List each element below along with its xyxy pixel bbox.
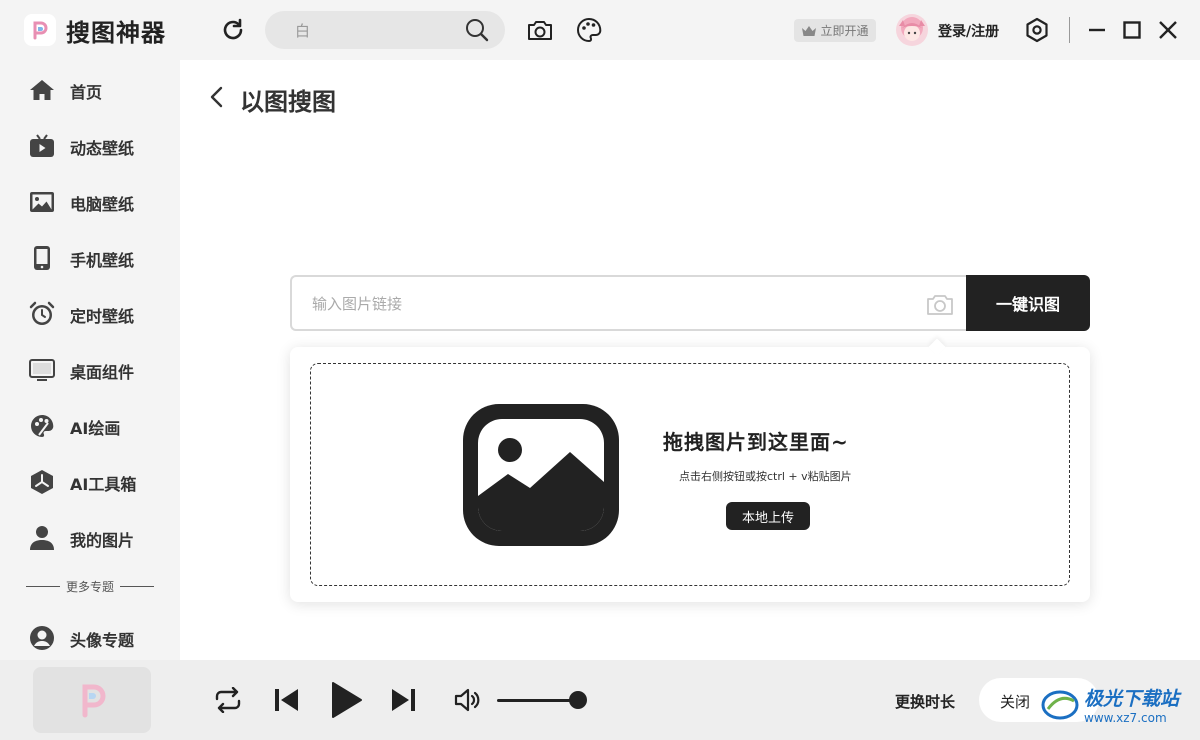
sidebar-item-home[interactable]: 首页 [0,67,180,111]
sidebar-item-label: 头像专题 [70,631,135,650]
volume-icon[interactable] [452,687,484,713]
image-url-input[interactable] [312,293,892,315]
watermark-logo: 极光下载站 www.xz7.com [1040,684,1179,725]
current-wallpaper-thumbnail[interactable] [33,667,151,733]
image-drop-zone[interactable]: 拖拽图片到这里面~ 点击右侧按钮或按ctrl + v粘贴图片 本地上传 [310,363,1070,586]
image-placeholder-icon [463,404,619,546]
sidebar-item-label: AI工具箱 [70,475,137,494]
volume-slider-handle[interactable] [569,691,587,709]
user-icon [29,525,55,551]
sidebar-item-phone-wallpaper[interactable]: 手机壁纸 [0,235,180,279]
identify-image-button[interactable]: 一键识图 [966,275,1090,331]
monitor-icon [29,357,55,383]
vip-open-button[interactable]: 立即开通 [794,19,876,42]
local-upload-button[interactable]: 本地上传 [726,502,810,530]
watermark-brand: 极光下载站 [1084,688,1180,710]
search-box [265,11,505,49]
settings-hexagon-icon[interactable] [1022,15,1052,45]
previous-icon[interactable] [270,685,302,715]
sidebar: 首页 动态壁纸 电脑壁纸 手机壁纸 定时壁纸 桌面组件 AI绘画 AI工具箱 我… [0,60,180,660]
avatar[interactable] [896,14,928,46]
close-icon[interactable] [1153,15,1183,45]
vip-open-label: 立即开通 [820,24,869,38]
sidebar-item-label: 电脑壁纸 [70,195,135,214]
palette-icon [29,413,55,439]
sidebar-item-label: 定时壁纸 [70,307,135,326]
sidebar-item-my-images[interactable]: 我的图片 [0,515,180,559]
main-content: 以图搜图 一键识图 拖拽图片到这里面~ 点击右侧按钮或按ctrl + v粘贴图片… [180,60,1200,660]
repeat-icon[interactable] [212,685,244,715]
duration-value: 关闭 [1000,693,1031,711]
more-topics-label: 更多专题 [65,579,114,594]
app-logo-icon [24,14,56,46]
title-bar: 搜图神器 立即开通 登录/注册 [0,0,1200,60]
sidebar-item-label: 动态壁纸 [70,139,135,158]
hexagon-tool-icon [29,469,55,495]
titlebar-divider [1069,17,1070,43]
app-title: 搜图神器 [66,19,166,47]
image-icon [29,189,55,215]
watermark-swirl-icon [1041,690,1079,719]
image-url-box [290,275,967,331]
sidebar-item-label: 手机壁纸 [70,251,135,270]
drop-title: 拖拽图片到这里面~ [663,430,849,454]
sidebar-item-avatar-topic[interactable]: 头像专题 [0,615,180,659]
search-input[interactable] [295,20,455,40]
page-title: 以图搜图 [240,88,336,116]
sidebar-item-label: 桌面组件 [70,363,135,382]
refresh-icon[interactable] [218,15,248,45]
tv-icon [29,133,55,159]
next-icon[interactable] [388,685,420,715]
play-icon[interactable] [326,680,366,720]
sidebar-item-live-wallpaper[interactable]: 动态壁纸 [0,123,180,167]
camera-search-icon[interactable] [525,15,555,45]
login-register-link[interactable]: 登录/注册 [938,21,999,41]
alarm-clock-icon [29,301,55,327]
sidebar-item-pc-wallpaper[interactable]: 电脑壁纸 [0,179,180,223]
search-icon[interactable] [465,18,489,46]
maximize-icon[interactable] [1117,15,1147,45]
sidebar-item-ai-toolbox[interactable]: AI工具箱 [0,459,180,503]
sidebar-item-desktop-widgets[interactable]: 桌面组件 [0,347,180,391]
drop-hint: 点击右侧按钮或按ctrl + v粘贴图片 [679,470,852,483]
avatar-circle-icon [29,625,55,651]
more-topics-divider: 更多专题 [26,578,154,594]
back-icon[interactable] [206,84,230,110]
sidebar-item-ai-painting[interactable]: AI绘画 [0,403,180,447]
camera-icon[interactable] [925,291,955,321]
change-duration-label: 更换时长 [895,693,956,711]
home-icon [29,77,55,103]
crown-icon [802,25,817,36]
sidebar-item-timed-wallpaper[interactable]: 定时壁纸 [0,291,180,335]
volume-slider-track[interactable] [497,699,579,702]
sidebar-item-label: AI绘画 [70,419,121,438]
phone-icon [29,245,55,271]
drop-card: 拖拽图片到这里面~ 点击右侧按钮或按ctrl + v粘贴图片 本地上传 [290,338,1090,602]
watermark-url: www.xz7.com [1084,711,1167,725]
sidebar-item-label: 首页 [70,83,103,102]
player-bar: 更换时长 关闭 极光下载站 www.xz7.com [0,660,1200,740]
sidebar-item-label: 我的图片 [70,531,135,550]
minimize-icon[interactable] [1082,15,1112,45]
palette-theme-icon[interactable] [574,15,604,45]
